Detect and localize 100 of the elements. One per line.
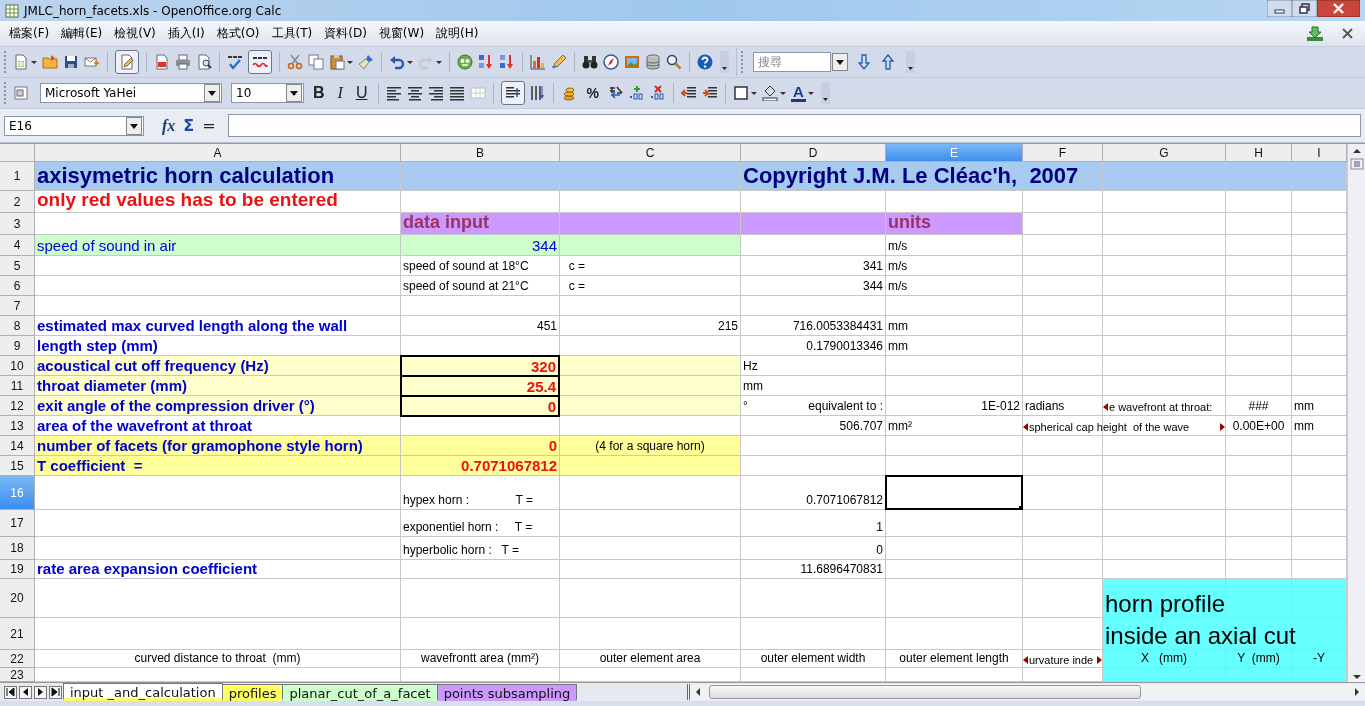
row-header[interactable]: 13 <box>0 416 35 436</box>
row-header[interactable]: 5 <box>0 256 35 276</box>
align-center-icon[interactable] <box>407 85 424 101</box>
row-header[interactable]: 22 <box>0 650 35 668</box>
horizontal-scrollbar[interactable] <box>687 684 1365 700</box>
close-icon[interactable] <box>1317 0 1360 17</box>
paintbrush-icon[interactable] <box>358 54 374 70</box>
sort-ascending-icon[interactable] <box>478 54 494 70</box>
fill-bucket-icon[interactable] <box>761 85 778 101</box>
vertical-text-icon[interactable] <box>530 85 547 101</box>
last-sheet-icon[interactable] <box>49 685 62 699</box>
coins-icon[interactable] <box>561 85 578 101</box>
download-icon[interactable] <box>1306 25 1324 42</box>
caret-icon[interactable] <box>347 59 353 65</box>
first-sheet-icon[interactable] <box>4 685 17 699</box>
envelope-icon[interactable] <box>84 54 100 70</box>
edit-document-icon[interactable] <box>115 50 139 74</box>
sheet-tab[interactable]: input _and_calculation <box>63 683 223 701</box>
menu-item[interactable]: 視窗(W) <box>373 23 430 44</box>
menu-item[interactable]: 編輯(E) <box>56 23 108 44</box>
sheet-tab[interactable]: points subsampling <box>436 683 578 701</box>
menu-item[interactable]: 插入(I) <box>162 23 210 44</box>
sort-descending-icon[interactable] <box>499 54 515 70</box>
column-header[interactable]: I <box>1292 144 1347 162</box>
row-header[interactable]: 4 <box>0 235 35 256</box>
vertical-scrollbar[interactable] <box>1347 144 1365 682</box>
caret-icon[interactable] <box>750 90 757 96</box>
overflow-icon[interactable] <box>820 82 830 104</box>
menu-item[interactable]: 格式(O) <box>211 23 265 44</box>
menu-item[interactable]: 檢視(V) <box>109 23 161 44</box>
caret-icon[interactable] <box>407 59 413 65</box>
caret-icon[interactable] <box>31 59 37 65</box>
row-header[interactable]: 10 <box>0 356 35 376</box>
border-icon[interactable] <box>732 85 749 101</box>
merge-cells-icon[interactable] <box>470 85 487 101</box>
row-header[interactable]: 3 <box>0 213 35 235</box>
bold-button[interactable]: B <box>309 84 329 102</box>
binoculars-icon[interactable] <box>582 54 598 70</box>
auto-spellcheck-icon[interactable] <box>248 50 272 74</box>
name-box[interactable]: E16 <box>4 115 144 136</box>
bar-chart-icon[interactable] <box>530 54 546 70</box>
sheet-tab[interactable]: profiles <box>221 683 284 701</box>
column-header[interactable]: B <box>401 144 560 162</box>
folder-icon[interactable] <box>42 54 58 70</box>
printer-icon[interactable] <box>175 54 191 70</box>
column-header[interactable]: H <box>1226 144 1292 162</box>
font-color-button[interactable]: A <box>790 84 806 102</box>
cell-cursor[interactable] <box>885 475 1023 510</box>
clipboard-icon[interactable] <box>329 54 345 70</box>
pencil-icon[interactable] <box>551 54 567 70</box>
font-size-field[interactable]: 10 <box>231 83 304 103</box>
undo-icon[interactable] <box>389 54 405 70</box>
dropdown-icon[interactable] <box>286 84 302 102</box>
menu-item[interactable]: 工具(T) <box>266 23 318 44</box>
scissors-icon[interactable] <box>287 54 303 70</box>
column-header[interactable]: G <box>1103 144 1226 162</box>
next-sheet-icon[interactable] <box>34 685 47 699</box>
search-field[interactable]: 搜尋 <box>753 52 831 72</box>
align-left-icon[interactable] <box>386 85 403 101</box>
restore-icon[interactable] <box>1292 0 1317 17</box>
row-header[interactable]: 6 <box>0 276 35 296</box>
row-header[interactable]: 15 <box>0 456 35 476</box>
overflow-icon[interactable] <box>720 51 729 73</box>
caret-icon[interactable] <box>807 90 814 96</box>
menu-item[interactable]: 說明(H) <box>431 23 484 44</box>
row-header[interactable]: 19 <box>0 560 35 579</box>
pdf-icon[interactable] <box>154 54 170 70</box>
caret-icon[interactable] <box>436 59 442 65</box>
wrap-text-icon[interactable] <box>501 81 526 105</box>
row-header[interactable]: 8 <box>0 316 35 336</box>
row-header[interactable]: 12 <box>0 396 35 416</box>
justify-icon[interactable] <box>449 85 466 101</box>
row-header[interactable]: 11 <box>0 376 35 396</box>
sheet-tab[interactable]: planar_cut_of_a_facet <box>282 683 438 701</box>
underline-button[interactable]: U <box>351 84 372 102</box>
row-header[interactable]: 21 <box>0 618 35 650</box>
spellcheck-icon[interactable] <box>227 54 243 70</box>
help-icon[interactable] <box>697 54 713 70</box>
row-header[interactable]: 2 <box>0 191 35 213</box>
row-header[interactable]: 23 <box>0 668 35 682</box>
overflow-icon[interactable] <box>906 51 915 73</box>
database-icon[interactable] <box>645 54 661 70</box>
caret-icon[interactable] <box>779 90 786 96</box>
percent-button[interactable]: % <box>582 84 603 102</box>
delete-decimal-icon[interactable] <box>649 85 666 101</box>
row-header[interactable]: 1 <box>0 162 35 191</box>
compass-icon[interactable] <box>603 54 619 70</box>
save-icon[interactable] <box>63 54 79 70</box>
picture-icon[interactable] <box>624 54 640 70</box>
column-header[interactable]: D <box>741 144 886 162</box>
print-preview-icon[interactable] <box>196 54 212 70</box>
menu-item[interactable]: 檔案(F) <box>4 23 55 44</box>
menu-item[interactable]: 資料(D) <box>319 23 372 44</box>
row-header[interactable]: 7 <box>0 296 35 316</box>
column-header[interactable]: F <box>1023 144 1103 162</box>
function-button[interactable]: = <box>202 116 216 135</box>
formula-input[interactable] <box>227 114 1361 137</box>
split-handle-icon[interactable] <box>1349 158 1364 170</box>
font-name-field[interactable]: Microsoft YaHei <box>40 83 222 103</box>
arrow-down-icon[interactable] <box>856 54 872 70</box>
